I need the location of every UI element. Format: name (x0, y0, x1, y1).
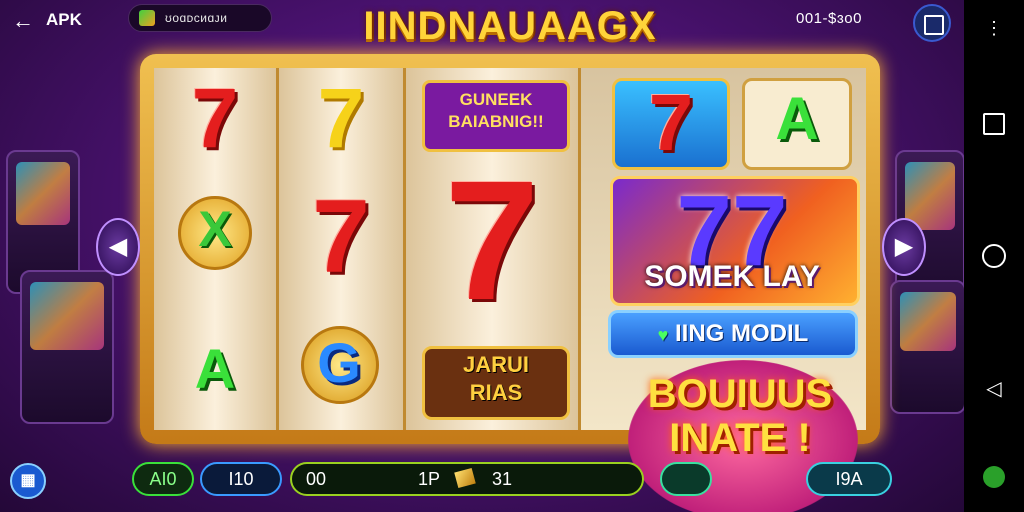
score-readout: 001-$ɜo0 (796, 10, 862, 27)
reel1-symbol-3: A (194, 337, 236, 400)
bet-button-1[interactable]: AI0 (132, 462, 194, 496)
reel3-banner-line2: BAIABNIG!! (448, 112, 544, 131)
reel1-symbol-1: 7 (191, 71, 239, 165)
back-arrow-icon[interactable]: ← (12, 8, 34, 34)
status-button[interactable] (982, 466, 1006, 490)
more-dots-icon[interactable]: ⋮ (982, 18, 1006, 42)
chevron-right-icon: ▶ (894, 233, 914, 260)
chevron-left-icon: ◀ (108, 233, 128, 260)
triangle-back-icon: ◁ (986, 378, 1002, 400)
reel2-symbol-3: G (317, 331, 361, 394)
reel2-symbol-1: 7 (317, 71, 365, 165)
game-title: IINDNAUAAGX (363, 4, 657, 48)
top-bar: ← APK ʊᴏɑᴅᴄᴎɑᴊᴎ IINDNAUAAGX 001-$ɜo0 (0, 0, 964, 48)
top-right-seven: 7 (648, 78, 694, 167)
bet-left-value: 00 (306, 469, 327, 489)
home-button[interactable] (982, 244, 1006, 268)
reel2-symbol-2: 7 (312, 179, 370, 295)
app-icon (139, 10, 155, 26)
grid-icon: ▦ (20, 472, 36, 489)
recents-button[interactable] (982, 112, 1006, 136)
bonus-text[interactable]: BOUIUUS INATE ! (624, 372, 856, 460)
back-label[interactable]: APK (46, 10, 82, 30)
prev-arrow-button[interactable]: ◀ (96, 218, 140, 276)
play-label: SOMEK LAY (644, 260, 820, 293)
back-button[interactable]: ◁ (982, 376, 1006, 400)
bottom-button-hidden[interactable] (660, 462, 712, 496)
bg-cabinet-left-2 (20, 270, 114, 424)
bet-button-2[interactable]: I10 (200, 462, 282, 496)
fullscreen-icon (924, 15, 944, 35)
bet-button-right[interactable]: I9A (806, 462, 892, 496)
mode-button[interactable]: ♥ IING MODIL (608, 310, 858, 358)
reel-2: 7 7 G (279, 68, 406, 430)
square-icon (983, 113, 1005, 135)
reel1-symbol-2: X (198, 201, 232, 257)
bet-right-value: 31 (492, 469, 513, 489)
reel-3: GUNEEK BAIABNIG!! 7 JARUI RIAS (406, 68, 581, 430)
gold-bar-icon (454, 467, 476, 489)
account-text: ʊᴏɑᴅᴄᴎɑᴊᴎ (165, 11, 228, 25)
fullscreen-button[interactable] (913, 4, 951, 42)
bonus-line-1: BOUIUUS (647, 372, 833, 416)
game-screen: ← APK ʊᴏɑᴅᴄᴎɑᴊᴎ IINDNAUAAGX 001-$ɜo0 7 X… (0, 0, 964, 512)
bet-bar: 00 1P 31 (290, 462, 644, 496)
reel3-badge-line2: RIAS (469, 380, 523, 405)
reel3-big-seven: 7 (444, 146, 540, 336)
status-dot-icon (983, 466, 1005, 488)
heart-icon: ♥ (657, 325, 669, 345)
bet-mid-value: 1P (418, 469, 441, 489)
next-arrow-button[interactable]: ▶ (882, 218, 926, 276)
bonus-line-2: INATE ! (669, 416, 811, 460)
account-pill[interactable]: ʊᴏɑᴅᴄᴎɑᴊᴎ (128, 4, 272, 32)
circle-icon (982, 244, 1006, 268)
reel-1: 7 X A (154, 68, 279, 430)
menu-grid-button[interactable]: ▦ (10, 463, 46, 499)
system-nav-bar: ⋮ ◁ (964, 0, 1024, 512)
mode-button-label: IING MODIL (675, 320, 809, 347)
bg-cabinet-right-2 (890, 280, 964, 414)
reel3-banner-line1: GUNEEK (459, 90, 533, 109)
top-right-a: A (775, 85, 819, 152)
reel3-badge-line1: JARUI (462, 352, 529, 377)
